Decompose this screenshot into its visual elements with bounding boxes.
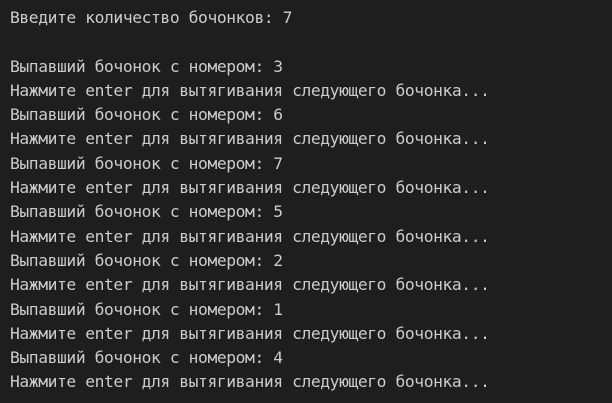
press-enter-line: Нажмите enter для вытягивания следующего… xyxy=(10,372,490,392)
drawn-barrel-line: Выпавший бочонок с номером: 4 xyxy=(10,348,283,368)
count-prompt-line: Введите количество бочонков: 7 xyxy=(10,8,293,27)
drawn-barrel-line: Выпавший бочонок с номером: 6 xyxy=(10,105,283,125)
drawn-barrel-line: Выпавший бочонок с номером: 7 xyxy=(10,153,283,173)
terminal-output: Введите количество бочонков: 7 Выпавший … xyxy=(0,0,612,403)
drawn-barrel-line: Выпавший бочонок с номером: 5 xyxy=(10,202,283,222)
press-enter-line: Нажмите enter для вытягивания следующего… xyxy=(10,323,490,343)
press-enter-line: Нажмите enter для вытягивания следующего… xyxy=(10,80,490,100)
press-enter-line: Нажмите enter для вытягивания следующего… xyxy=(10,129,490,149)
drawn-barrel-line: Выпавший бочонок с номером: 1 xyxy=(10,299,283,319)
press-enter-line: Нажмите enter для вытягивания следующего… xyxy=(10,226,490,246)
drawn-barrel-line: Выпавший бочонок с номером: 3 xyxy=(10,56,283,76)
press-enter-line: Нажмите enter для вытягивания следующего… xyxy=(10,275,490,295)
drawn-barrel-line: Выпавший бочонок с номером: 2 xyxy=(10,250,283,270)
press-enter-line: Нажмите enter для вытягивания следующего… xyxy=(10,178,490,198)
